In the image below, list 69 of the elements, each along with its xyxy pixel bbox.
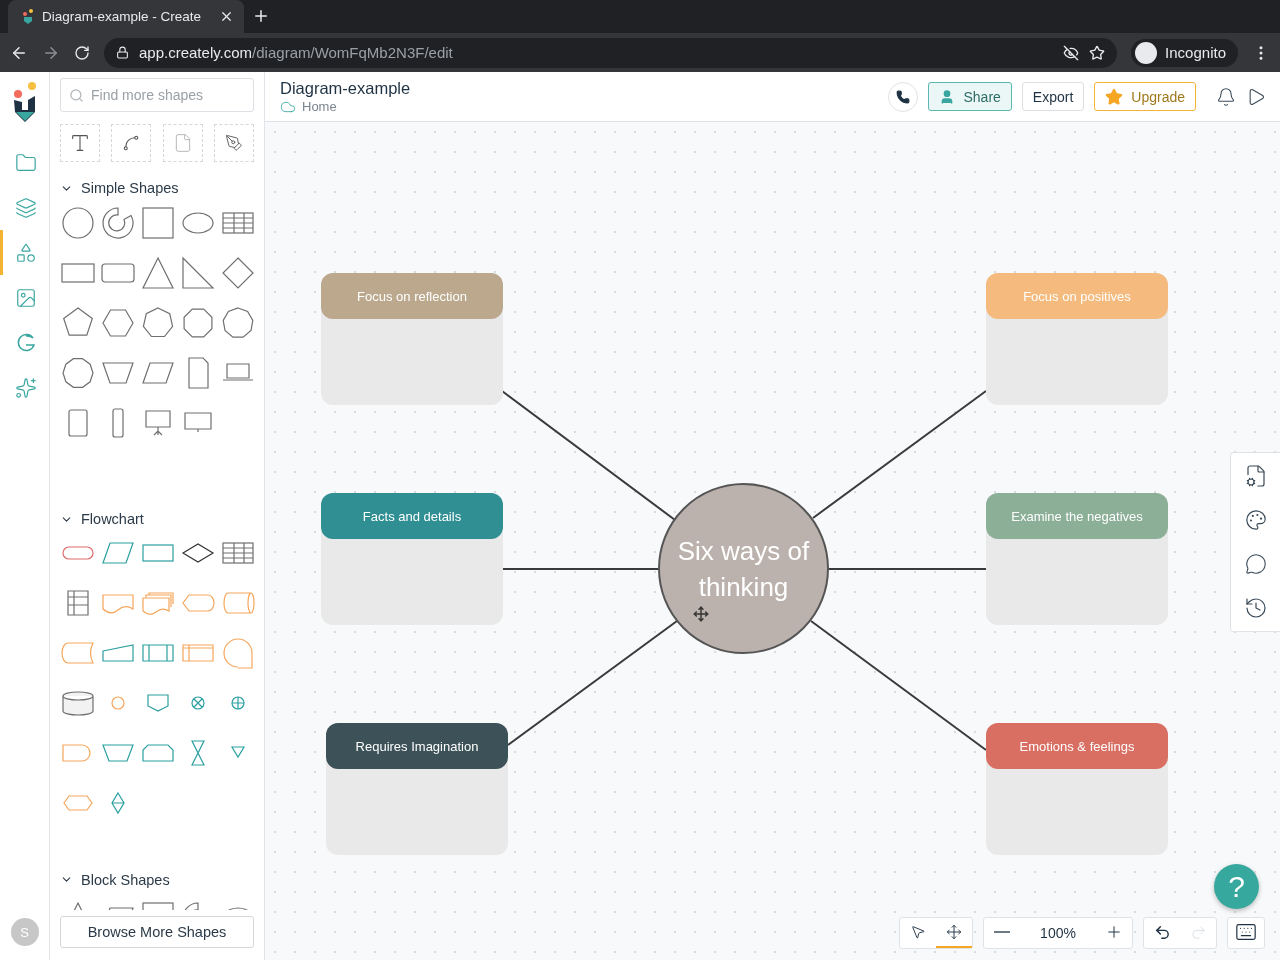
card-title: Emotions & feelings (986, 723, 1168, 769)
history-icon (1243, 596, 1268, 621)
keyboard-shortcuts-button[interactable] (1227, 917, 1265, 949)
text-tool[interactable] (60, 124, 100, 162)
text-icon (69, 132, 91, 154)
move-icon (946, 924, 962, 940)
square-shape-icon[interactable] (140, 900, 176, 910)
card-title: Focus on positives (986, 273, 1168, 319)
square-shape-icon[interactable] (140, 204, 176, 241)
history-button[interactable] (1243, 596, 1268, 621)
reload-icon[interactable] (74, 44, 90, 61)
connector-icon (122, 134, 141, 152)
keyboard-icon (1235, 921, 1257, 943)
nonagon-shape-icon[interactable] (220, 304, 256, 341)
right-triangle-shape-icon[interactable] (180, 254, 216, 291)
document-title[interactable]: Diagram-example (280, 78, 889, 98)
comments-button[interactable] (1244, 552, 1267, 575)
share-button[interactable]: Share (928, 82, 1012, 111)
tab-title: Diagram-example - Create (42, 9, 203, 24)
card-title: Examine the negatives (986, 493, 1168, 539)
layers-icon (15, 196, 37, 219)
connector-tool[interactable] (111, 124, 152, 162)
section-header[interactable]: Block Shapes (60, 867, 254, 892)
palette-icon (1244, 509, 1267, 532)
note-tool[interactable] (162, 124, 203, 162)
topic-card[interactable]: Facts and details (321, 493, 503, 625)
pointer-icon (910, 924, 926, 940)
notifications-button[interactable] (1216, 86, 1236, 107)
bell-icon (1216, 86, 1236, 107)
address-bar[interactable]: app.creately.com/diagram/WomFqMb2N3F/edit (104, 37, 1118, 68)
eye-off-icon[interactable] (1063, 44, 1080, 61)
breadcrumb-link[interactable]: Home (302, 99, 337, 114)
speech-bubble-icon (1244, 552, 1267, 575)
url-text: app.creately.com/diagram/WomFqMb2N3F/edit (139, 44, 453, 61)
pen-icon (225, 134, 243, 152)
section-header[interactable]: Flowchart (60, 506, 254, 532)
browse-more-shapes-button[interactable]: Browse More Shapes (60, 915, 254, 948)
search-field[interactable]: Find more shapes (60, 78, 254, 112)
close-icon[interactable] (219, 9, 234, 24)
bookmark-star-icon[interactable] (1089, 44, 1106, 61)
minus-icon (994, 931, 1010, 933)
section-header[interactable]: Simple Shapes (60, 176, 254, 201)
card-title: Requires Imagination (326, 723, 508, 769)
plus-icon (1105, 923, 1123, 941)
topic-card[interactable]: Requires Imagination (326, 723, 508, 855)
profile-chip[interactable]: Incognito (1131, 38, 1238, 67)
shapes-icon (15, 241, 37, 264)
card-title: Focus on reflection (321, 273, 503, 319)
call-button[interactable] (888, 81, 919, 112)
creately-logo-icon (22, 8, 34, 25)
pen-tool[interactable] (214, 124, 254, 162)
diagram-canvas[interactable]: Focus on reflection Focus on positives Facts and details Examine the negatives Requires Imagination Emotions & feelings Six ways of thinking ? 100% (265, 122, 1280, 960)
card-title: Facts and details (321, 493, 503, 539)
circle-shape-icon[interactable] (60, 204, 96, 241)
move-cursor-icon (693, 606, 709, 622)
sequential-shape-icon[interactable] (220, 635, 256, 672)
g-letter-icon (15, 331, 37, 354)
phone-icon (896, 89, 911, 104)
lock-icon (116, 46, 129, 59)
upgrade-button[interactable]: Upgrade (1094, 82, 1196, 111)
star-icon (1105, 87, 1124, 106)
search-icon (69, 88, 84, 103)
export-button[interactable]: Export (1021, 82, 1085, 111)
folder-icon (15, 151, 37, 174)
browser-tab[interactable]: Diagram-example - Create (8, 0, 244, 33)
theme-button[interactable] (1244, 509, 1267, 532)
image-icon (15, 286, 37, 309)
zoom-level: 100% (1039, 925, 1077, 941)
new-tab-icon[interactable] (252, 7, 270, 25)
